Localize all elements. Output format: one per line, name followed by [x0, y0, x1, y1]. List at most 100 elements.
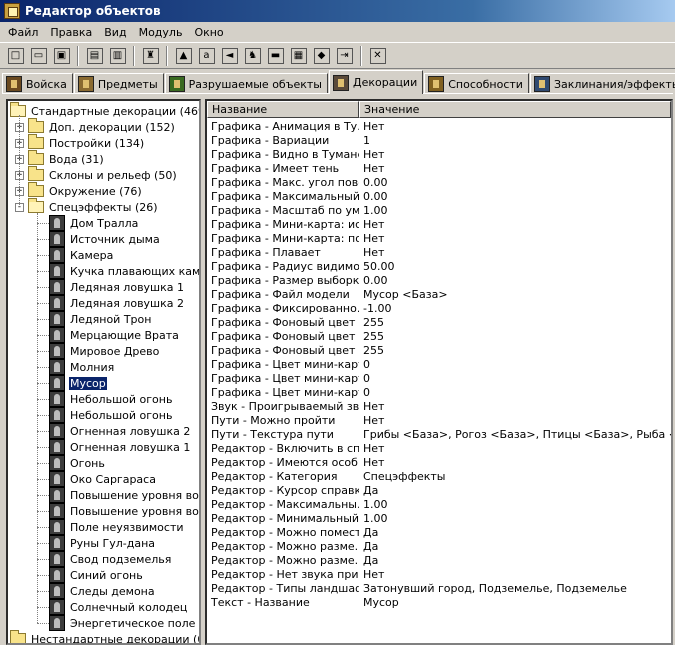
new-file-button[interactable]: □	[4, 45, 27, 67]
tree-group[interactable]: +Постройки (134)	[15, 135, 145, 151]
menu-edit[interactable]: Правка	[44, 26, 98, 39]
property-value[interactable]: Да	[359, 484, 378, 498]
property-row[interactable]: Графика - Фоновый цвет ...255	[207, 330, 384, 344]
property-value[interactable]: Нет	[359, 442, 384, 456]
property-row[interactable]: Звук - Проигрываемый звукНет	[207, 400, 384, 414]
tree-item[interactable]: Руны Гул-дана	[49, 535, 156, 551]
property-row[interactable]: Текст - НазваниеМусор	[207, 596, 399, 610]
tree-item[interactable]: Камера	[49, 247, 114, 263]
property-value[interactable]: Мусор	[359, 596, 399, 610]
cube-button[interactable]: ◆	[310, 45, 333, 67]
tab-4[interactable]: Способности	[424, 73, 529, 94]
property-value[interactable]: Да	[359, 554, 378, 568]
tree-root-custom[interactable]: Нестандартные декорации (0)	[10, 631, 201, 645]
tree-item[interactable]: Следы демона	[49, 583, 156, 599]
property-value[interactable]: 255	[359, 316, 384, 330]
property-row[interactable]: Графика - Видно в Тумане...Нет	[207, 148, 384, 162]
property-row[interactable]: Графика - Файл моделиМусор <База>	[207, 288, 448, 302]
tree-group[interactable]: +Окружение (76)	[15, 183, 143, 199]
tree-group[interactable]: +Доп. декорации (152)	[15, 119, 176, 135]
tree-group[interactable]: +Вода (31)	[15, 151, 105, 167]
item-button[interactable]: ▬	[264, 45, 287, 67]
tree-item[interactable]: Синий огонь	[49, 567, 144, 583]
property-row[interactable]: Графика - Вариации1	[207, 134, 370, 148]
property-row[interactable]: Графика - Фиксированно...-1.00	[207, 302, 391, 316]
tileset-button[interactable]: ▦	[287, 45, 310, 67]
menu-window[interactable]: Окно	[188, 26, 229, 39]
property-row[interactable]: Редактор - Типы ландшафтаЗатонувший горо…	[207, 582, 627, 596]
property-row[interactable]: Графика - Масштаб по ум...1.00	[207, 204, 388, 218]
property-row[interactable]: Редактор - Можно разме...Да	[207, 540, 378, 554]
property-value[interactable]: Мусор <База>	[359, 288, 448, 302]
tab-2[interactable]: Разрушаемые объекты	[165, 73, 328, 94]
tab-1[interactable]: Предметы	[74, 73, 164, 94]
property-row[interactable]: Редактор - Имеются особ...Нет	[207, 456, 384, 470]
property-row[interactable]: Графика - Макс. угол пово...0.00	[207, 176, 388, 190]
copy-button[interactable]: ▤	[83, 45, 106, 67]
property-row[interactable]: Графика - Размер выборки0.00	[207, 274, 388, 288]
tree-item[interactable]: Огонь	[49, 455, 106, 471]
tab-3[interactable]: Декорации	[329, 70, 423, 94]
property-value[interactable]: 255	[359, 330, 384, 344]
property-row[interactable]: Графика - Мини-карта: ис...Нет	[207, 218, 384, 232]
property-value[interactable]: 1.00	[359, 498, 388, 512]
property-value[interactable]: Затонувший город, Подземелье, Подземелье	[359, 582, 627, 596]
tree-item[interactable]: Ледяной Трон	[49, 311, 152, 327]
property-row[interactable]: Пути - Можно пройтиНет	[207, 414, 384, 428]
menu-view[interactable]: Вид	[98, 26, 132, 39]
tree-item[interactable]: Небольшой огонь	[49, 391, 173, 407]
window-titlebar[interactable]: Редактор объектов	[0, 0, 675, 22]
property-row[interactable]: Графика - Радиус видимо...50.00	[207, 260, 395, 274]
property-value[interactable]: 0.00	[359, 274, 388, 288]
property-value[interactable]: Спецэффекты	[359, 470, 445, 484]
property-row[interactable]: Редактор - Минимальный ...1.00	[207, 512, 388, 526]
tree-item[interactable]: Кучка плавающих камней	[49, 263, 201, 279]
property-value[interactable]: Нет	[359, 148, 384, 162]
property-row[interactable]: Графика - Мини-карта: по...Нет	[207, 232, 384, 246]
tab-5[interactable]: Заклинания/эффекты	[530, 73, 675, 94]
tree-item[interactable]: Молния	[49, 359, 115, 375]
property-value[interactable]: 255	[359, 344, 384, 358]
open-folder-button[interactable]: ▭	[27, 45, 50, 67]
unit-button[interactable]: ♜	[139, 45, 162, 67]
tree-item[interactable]: Мусор	[49, 375, 107, 391]
property-row[interactable]: Редактор - Курсор справкиДа	[207, 484, 378, 498]
text-a-button[interactable]: a	[195, 45, 218, 67]
property-row[interactable]: Графика - Цвет мини-карт...0	[207, 358, 370, 372]
property-value[interactable]: 1	[359, 134, 370, 148]
tree-item[interactable]: Небольшой огонь	[49, 407, 173, 423]
property-value[interactable]: Да	[359, 540, 378, 554]
export-button[interactable]: ⇥	[333, 45, 356, 67]
property-value[interactable]: Нет	[359, 414, 384, 428]
property-row[interactable]: Редактор - Включить в сп...Нет	[207, 442, 384, 456]
tree-item[interactable]: Поле неуязвимости	[49, 519, 185, 535]
tab-0[interactable]: Войска	[2, 73, 73, 94]
property-value[interactable]: Нет	[359, 120, 384, 134]
property-row[interactable]: Редактор - Можно помест...Да	[207, 526, 378, 540]
save-disk-button[interactable]: ▣	[50, 45, 73, 67]
property-value[interactable]: 0	[359, 372, 370, 386]
property-value[interactable]: -1.00	[359, 302, 391, 316]
property-row[interactable]: Графика - Анимация в Ту...Нет	[207, 120, 384, 134]
property-value[interactable]: Нет	[359, 568, 384, 582]
property-row[interactable]: Редактор - Максимальны...1.00	[207, 498, 388, 512]
property-value[interactable]: 50.00	[359, 260, 395, 274]
property-value[interactable]: 0	[359, 358, 370, 372]
tree-item[interactable]: Свод подземелья	[49, 551, 172, 567]
property-row[interactable]: Графика - Фоновый цвет ...255	[207, 344, 384, 358]
tree-item[interactable]: Око Саргараса	[49, 471, 157, 487]
sound-button[interactable]: ◄	[218, 45, 241, 67]
property-value[interactable]: Нет	[359, 246, 384, 260]
tree-group[interactable]: +Склоны и рельеф (50)	[15, 167, 178, 183]
terrain-button[interactable]: ▲	[172, 45, 195, 67]
exit-button[interactable]: ✕	[366, 45, 389, 67]
tree-item[interactable]: Повышение уровня воды	[49, 503, 201, 519]
tree-item[interactable]: Дом Тралла	[49, 215, 139, 231]
property-value[interactable]: Нет	[359, 400, 384, 414]
property-value[interactable]: Да	[359, 526, 378, 540]
property-value[interactable]: 0.00	[359, 176, 388, 190]
tree-item[interactable]: Мировое Древо	[49, 343, 160, 359]
tree-item[interactable]: Ледяная ловушка 2	[49, 295, 185, 311]
property-value[interactable]: 0	[359, 386, 370, 400]
tree-item[interactable]: Энергетическое поле	[49, 615, 196, 631]
